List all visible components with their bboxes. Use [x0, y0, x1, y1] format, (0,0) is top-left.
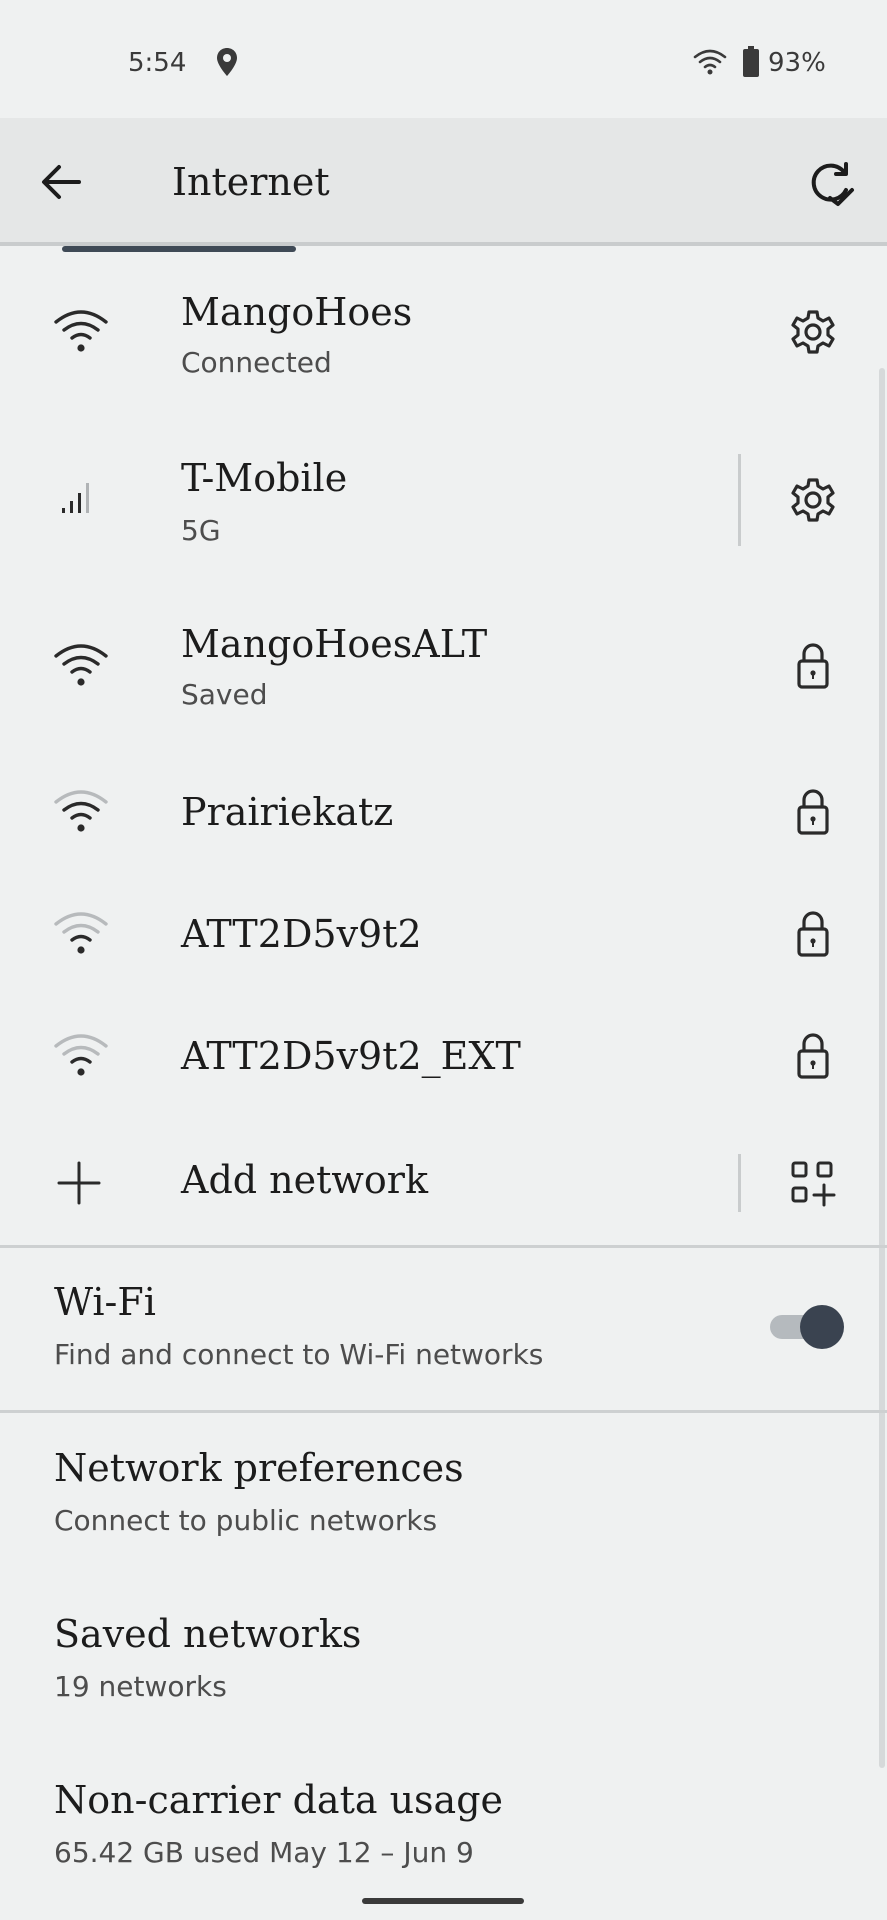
gear-icon[interactable] [788, 306, 838, 358]
pref-subtitle: 65.42 GB used May 12 – Jun 9 [54, 1836, 474, 1869]
wifi-medium-icon [54, 790, 108, 832]
qr-scan-icon[interactable] [788, 1158, 838, 1210]
add-network-label: Add network [181, 1158, 428, 1202]
network-status: Connected [181, 346, 332, 379]
section-divider [0, 1410, 887, 1413]
network-row-tmobile[interactable]: T-Mobile 5G [0, 440, 887, 560]
status-time: 5:54 [128, 48, 187, 78]
wifi-subtitle: Find and connect to Wi-Fi networks [54, 1338, 544, 1371]
network-name: ATT2D5v9t2 [181, 912, 422, 956]
row-divider [738, 1154, 741, 1212]
lock-icon [797, 643, 829, 689]
pref-title: Non-carrier data usage [54, 1778, 504, 1822]
wifi-weak-icon [54, 1034, 108, 1076]
lock-icon [797, 1033, 829, 1079]
status-bar: 5:54 93% [0, 0, 887, 118]
network-name: Prairiekatz [181, 790, 394, 834]
arrow-left-icon[interactable] [40, 162, 82, 202]
network-name: T-Mobile [181, 456, 348, 500]
wifi-icon [693, 49, 727, 75]
pref-title: Network preferences [54, 1446, 464, 1490]
network-row-mangohoesalt[interactable]: MangoHoesALT Saved [0, 606, 887, 726]
network-name: ATT2D5v9t2_EXT [181, 1034, 521, 1078]
gear-icon[interactable] [788, 474, 838, 526]
page-title: Internet [172, 160, 330, 204]
wifi-title: Wi-Fi [54, 1280, 156, 1324]
wifi-toggle[interactable] [768, 1302, 844, 1352]
pref-subtitle: Connect to public networks [54, 1504, 438, 1537]
network-name: MangoHoesALT [181, 622, 488, 666]
app-bar: Internet [0, 118, 887, 246]
network-type: 5G [181, 514, 221, 547]
network-row-att2d5v9t2-ext[interactable]: ATT2D5v9t2_EXT [0, 998, 887, 1118]
wifi-full-icon [54, 644, 108, 686]
plus-icon [57, 1161, 101, 1205]
battery-percent: 93% [768, 48, 826, 78]
row-divider [738, 454, 741, 546]
network-row-prairiekatz[interactable]: Prairiekatz [0, 754, 887, 874]
wifi-weak-icon [54, 912, 108, 954]
cell-signal-icon [62, 483, 89, 513]
pref-title: Saved networks [54, 1612, 362, 1656]
toggle-thumb [800, 1305, 844, 1349]
battery-icon [743, 46, 759, 77]
network-row-att2d5v9t2[interactable]: ATT2D5v9t2 [0, 876, 887, 996]
wifi-full-icon [54, 310, 108, 352]
add-network-row[interactable]: Add network [0, 1122, 887, 1242]
network-status: Saved [181, 678, 268, 711]
gesture-nav-handle[interactable] [362, 1898, 524, 1904]
location-icon [217, 48, 237, 76]
network-row-mangohoes[interactable]: MangoHoes Connected [0, 272, 887, 392]
pref-subtitle: 19 networks [54, 1670, 227, 1703]
lock-icon [797, 911, 829, 957]
section-divider [0, 1245, 887, 1248]
refresh-icon[interactable] [808, 160, 856, 208]
lock-icon [797, 789, 829, 835]
tab-indicator [62, 246, 296, 252]
network-name: MangoHoes [181, 290, 413, 334]
